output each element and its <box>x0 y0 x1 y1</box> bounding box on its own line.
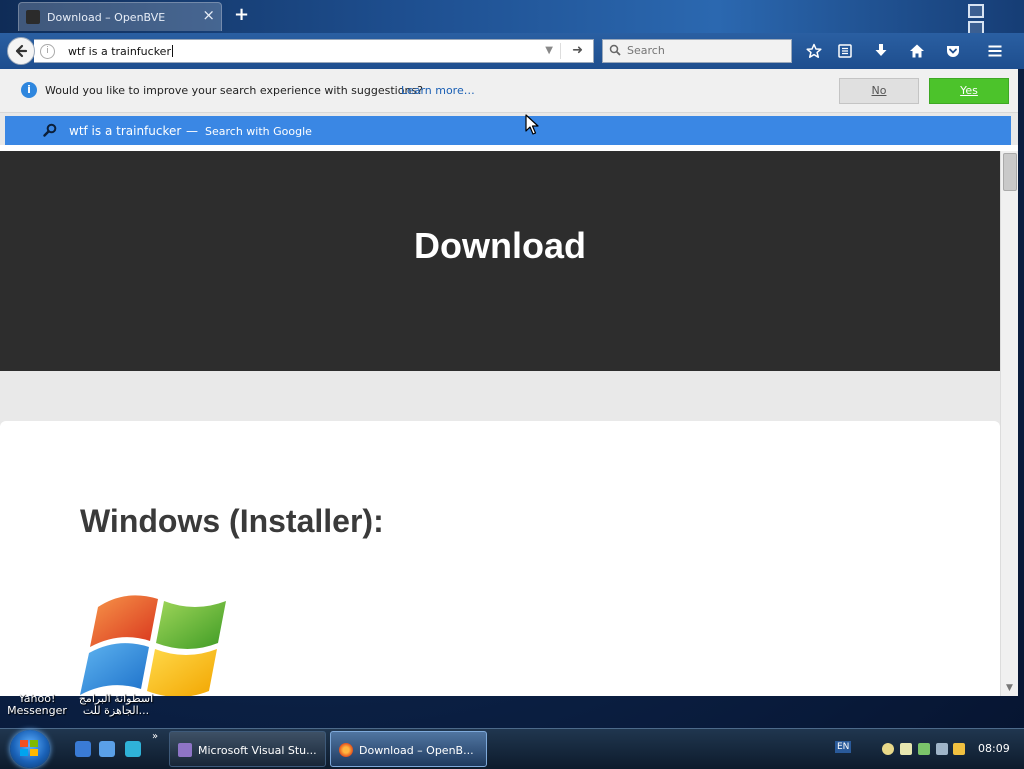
suggestion-separator: — <box>186 124 198 138</box>
desktop-icon-label-line2: الجاهزة للت... <box>82 704 150 717</box>
navigation-toolbar: i wtf is a trainfucker ▼ ➜ <box>0 33 1024 69</box>
site-info-icon[interactable]: i <box>40 44 55 59</box>
download-card: Windows (Installer): <box>0 421 1000 696</box>
desktop-icon-software-disc[interactable]: اسطوانة البرامج الجاهزة للت... <box>74 693 158 717</box>
windows-logo-icon[interactable] <box>80 585 230 696</box>
back-button[interactable] <box>7 37 35 65</box>
site-favicon-icon <box>26 10 40 24</box>
windows-flag-icon <box>20 740 40 758</box>
reading-list-button[interactable] <box>833 39 857 63</box>
search-icon <box>609 44 621 56</box>
vertical-scrollbar[interactable]: ▼ <box>1000 151 1018 696</box>
new-tab-button[interactable]: + <box>234 6 249 24</box>
search-input[interactable] <box>625 43 789 58</box>
scroll-down-arrow-icon[interactable]: ▼ <box>1006 683 1013 693</box>
reading-list-icon <box>838 44 852 58</box>
window-controls[interactable] <box>968 4 998 35</box>
go-arrow-icon[interactable]: ➜ <box>572 43 583 58</box>
firefox-icon <box>339 743 353 757</box>
suggestion-query: wtf is a trainfucker <box>69 124 182 138</box>
tile-window-icon[interactable] <box>968 4 984 18</box>
browser-content: i Would you like to improve your search … <box>0 69 1018 696</box>
visual-studio-icon <box>178 743 192 757</box>
back-arrow-icon <box>15 44 28 58</box>
home-button[interactable] <box>905 39 929 63</box>
search-suggestion-row[interactable]: wtf is a trainfucker — Search with Googl… <box>5 116 1011 145</box>
taskbar-item-visual-studio[interactable]: Microsoft Visual Stu... <box>169 731 326 767</box>
quicklaunch-ie-icon[interactable] <box>125 741 141 757</box>
yes-button[interactable]: Yes <box>929 78 1009 104</box>
downloads-icon <box>875 44 887 56</box>
desktop-icon-yahoo-messenger[interactable]: Yahoo! Messenger <box>6 693 68 717</box>
mouse-pointer-icon <box>525 114 539 135</box>
address-text: wtf is a trainfucker <box>68 45 171 58</box>
taskbar-clock[interactable]: 08:09 <box>978 742 1010 755</box>
search-suggestion-notification: i Would you like to improve your search … <box>0 69 1018 113</box>
history-dropdown-icon[interactable]: ▼ <box>545 45 553 56</box>
downloads-button[interactable] <box>869 39 893 63</box>
tray-network-icon[interactable] <box>918 743 930 755</box>
start-button[interactable] <box>10 730 50 768</box>
search-box[interactable] <box>602 39 792 63</box>
desktop-icon-label-line2: Messenger <box>7 704 67 717</box>
star-bookmark-icon <box>806 43 822 58</box>
tab-title: Download – OpenBVE <box>47 11 166 24</box>
menu-button[interactable] <box>983 39 1007 63</box>
quicklaunch-show-desktop-icon[interactable] <box>75 741 91 757</box>
home-icon <box>910 44 924 58</box>
quicklaunch-explorer-icon[interactable] <box>99 741 115 757</box>
no-button[interactable]: No <box>839 78 919 104</box>
tray-wand-icon[interactable] <box>953 743 965 755</box>
bookmark-star-button[interactable] <box>802 39 826 63</box>
tray-disc-icon[interactable] <box>882 743 894 755</box>
taskbar: » Microsoft Visual Stu... Download – Ope… <box>0 728 1024 769</box>
address-bar[interactable]: i wtf is a trainfucker ▼ ➜ <box>34 39 594 63</box>
page-title: Download <box>414 225 586 266</box>
taskbar-item-label: Microsoft Visual Stu... <box>198 744 317 757</box>
suggestion-engine: Search with Google <box>205 125 312 138</box>
tray-note-icon[interactable] <box>900 743 912 755</box>
language-indicator[interactable]: EN <box>835 741 852 753</box>
pocket-icon <box>947 46 959 57</box>
notification-message: Would you like to improve your search ex… <box>45 84 423 97</box>
hero-spacer <box>0 371 1000 421</box>
desktop-icons: Yahoo! Messenger اسطوانة البرامج الجاهزة… <box>0 693 1024 728</box>
taskbar-item-firefox[interactable]: Download – OpenB... <box>330 731 487 767</box>
search-icon <box>43 123 57 137</box>
text-caret <box>171 45 173 57</box>
browser-titlebar: Download – OpenBVE × + <box>0 0 1024 35</box>
section-title: Windows (Installer): <box>80 503 384 539</box>
learn-more-link[interactable]: Learn more… <box>401 84 475 97</box>
scrollbar-thumb[interactable] <box>1003 153 1017 191</box>
tab-download-openbve[interactable]: Download – OpenBVE × <box>18 2 222 31</box>
info-icon: i <box>21 82 37 98</box>
quicklaunch-more-icon[interactable]: » <box>152 731 158 742</box>
address-input[interactable]: wtf is a trainfucker <box>68 45 173 58</box>
pocket-button[interactable] <box>941 39 965 63</box>
tab-close-icon[interactable]: × <box>202 8 215 23</box>
taskbar-item-label: Download – OpenB... <box>359 744 474 757</box>
menu-icon <box>988 45 1002 57</box>
tray-monitor-icon[interactable] <box>936 743 948 755</box>
page-hero: Download <box>0 151 1000 371</box>
address-divider <box>560 43 561 59</box>
